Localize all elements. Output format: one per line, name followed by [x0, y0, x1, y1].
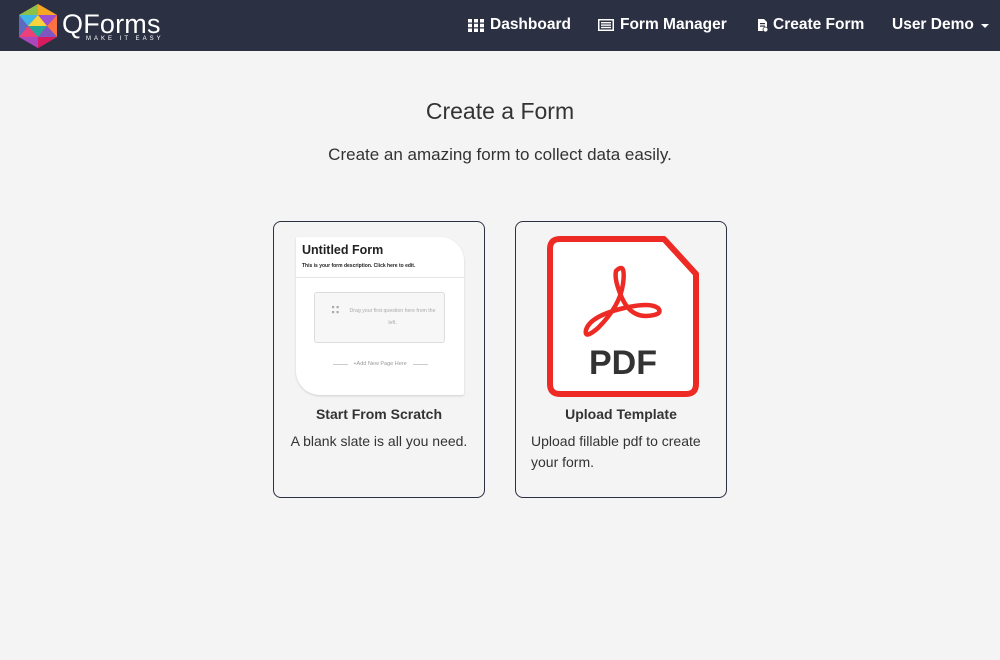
brand-tagline: MAKE IT EASY [86, 36, 164, 42]
grid-icon [468, 18, 484, 32]
page-subtitle: Create an amazing form to collect data e… [328, 145, 672, 164]
card-description: Upload fillable pdf to create your form. [531, 433, 701, 470]
preview-add-page: +Add New Page Here [353, 361, 407, 367]
preview-divider [296, 277, 464, 278]
user-menu-label: User Demo [892, 16, 974, 33]
user-menu[interactable]: User Demo [892, 15, 989, 35]
form-add-icon [758, 18, 768, 32]
nav-dashboard-label: Dashboard [490, 16, 571, 33]
preview-drop-text: Drag your first question here from the l… [349, 308, 436, 326]
qforms-logo-icon [19, 4, 57, 48]
card-title: Upload Template [565, 406, 677, 422]
page-title: Create a Form [425, 98, 575, 124]
preview-form-description: This is your form description. Click her… [302, 263, 416, 269]
nav-create-form-label: Create Form [773, 16, 865, 33]
blank-form-preview: Untitled Form This is your form descript… [296, 237, 464, 395]
nav-form-manager-label: Form Manager [620, 16, 727, 33]
preview-drop-zone: Drag your first question here from the l… [314, 292, 445, 343]
upload-template-card[interactable]: PDF Upload Template Upload fillable pdf … [515, 221, 727, 498]
preview-add-line-right [413, 364, 428, 365]
list-icon [598, 19, 614, 31]
top-navbar: QForms MAKE IT EASY Dashboard Form Manag… [0, 0, 1000, 51]
nav-form-manager[interactable]: Form Manager [598, 15, 727, 35]
brand-logo[interactable]: QForms MAKE IT EASY [14, 3, 174, 49]
nav-dashboard[interactable]: Dashboard [468, 15, 571, 35]
card-title: Start From Scratch [315, 406, 443, 422]
preview-form-title: Untitled Form [302, 243, 384, 257]
caret-down-icon [980, 24, 989, 28]
card-description: A blank slate is all you need. [290, 433, 468, 449]
drag-handle-icon [332, 306, 339, 314]
nav-create-form[interactable]: Create Form [757, 15, 864, 35]
pdf-icon-label: PDF [589, 344, 657, 382]
pdf-icon: PDF [547, 236, 699, 397]
start-from-scratch-card[interactable]: Untitled Form This is your form descript… [273, 221, 485, 498]
